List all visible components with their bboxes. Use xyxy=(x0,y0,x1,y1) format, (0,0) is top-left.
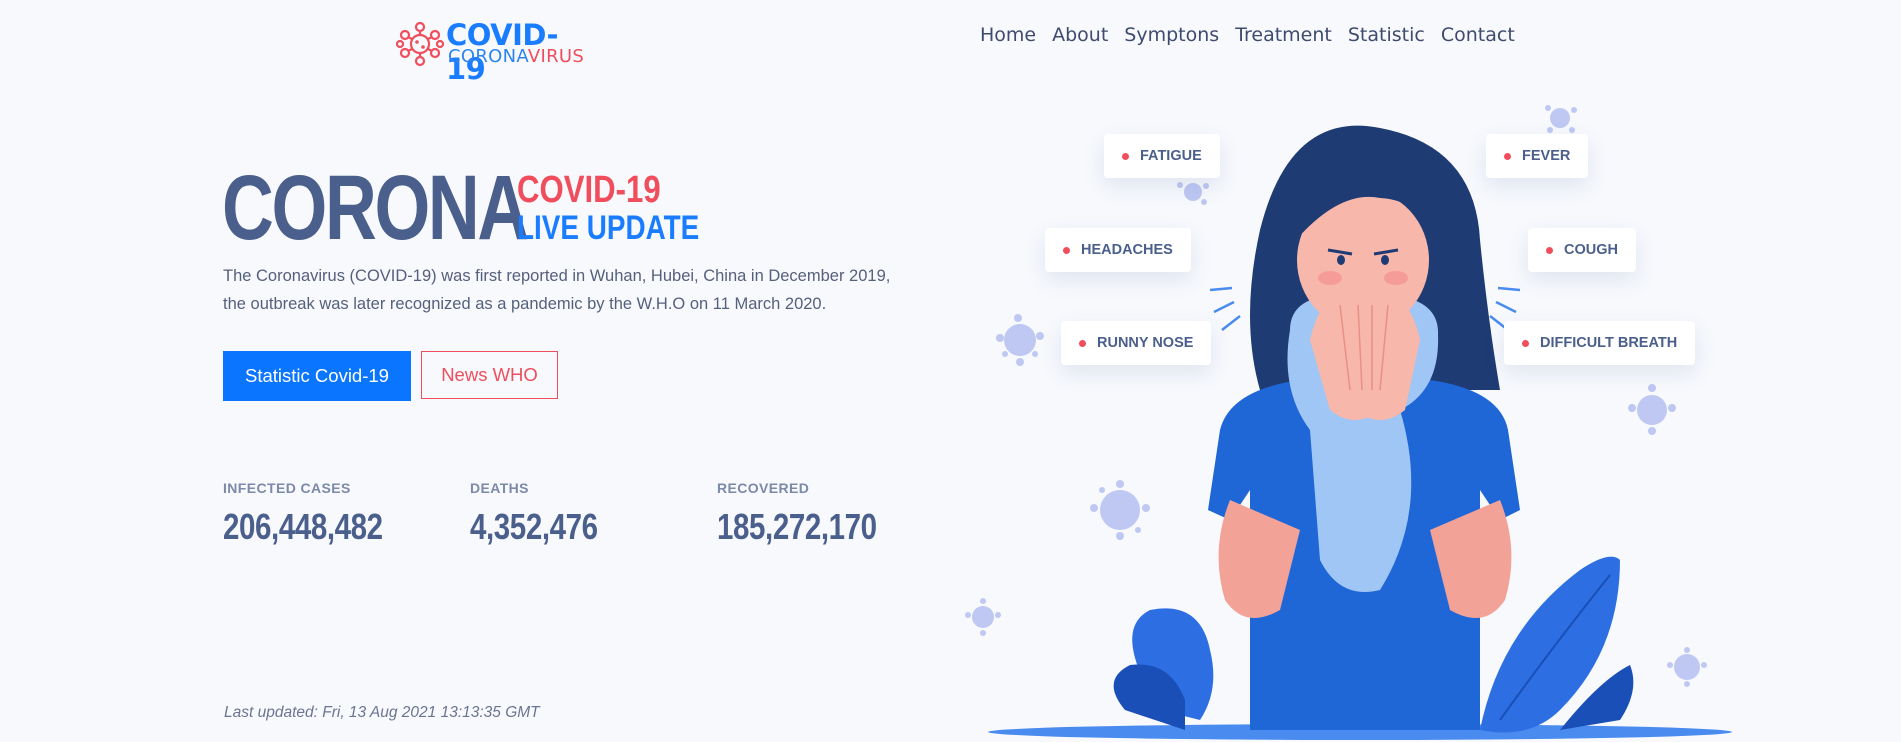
stat-deaths: DEATHS 4,352,476 xyxy=(470,480,626,548)
nav-home[interactable]: Home xyxy=(980,24,1036,46)
symptom-label: RUNNY NOSE xyxy=(1097,335,1194,351)
stat-deaths-label: DEATHS xyxy=(470,480,529,496)
symptom-chip-headaches: HEADACHES xyxy=(1045,228,1191,272)
symptom-label: FATIGUE xyxy=(1140,148,1202,164)
brand-line-2: CORONAVIRUS xyxy=(448,46,584,68)
chip-dot-icon xyxy=(1522,339,1529,347)
stat-infected-value: 206,448,482 xyxy=(223,506,383,547)
nav-symptons[interactable]: Symptons xyxy=(1124,24,1219,46)
symptoms-illustration: FATIGUE FEVER HEADACHES COUGH RUNNY NOSE… xyxy=(960,90,1740,742)
chip-dot-icon xyxy=(1063,246,1070,254)
brand-line-2-virus: VIRUS xyxy=(527,46,585,67)
chip-dot-icon xyxy=(1122,152,1129,160)
stat-recovered-value: 185,272,170 xyxy=(717,506,877,547)
last-updated-text: Last updated: Fri, 13 Aug 2021 13:13:35 … xyxy=(224,704,540,721)
hero-title: CORONA xyxy=(222,157,529,259)
symptom-chip-fever: FEVER xyxy=(1486,134,1589,178)
brand-logo[interactable]: COVID-19 CORONAVIRUS xyxy=(394,18,594,86)
nav-treatment[interactable]: Treatment xyxy=(1235,24,1332,46)
stat-deaths-value: 4,352,476 xyxy=(470,506,598,547)
statistic-covid-button[interactable]: Statistic Covid-19 xyxy=(223,351,411,401)
nav-contact[interactable]: Contact xyxy=(1441,24,1515,46)
nav-statistic[interactable]: Statistic xyxy=(1348,24,1425,46)
chip-dot-icon xyxy=(1546,246,1553,254)
chip-dot-icon xyxy=(1504,152,1511,160)
chip-dot-icon xyxy=(1079,339,1086,347)
symptom-chip-fatigue: FATIGUE xyxy=(1104,134,1220,178)
nav-about[interactable]: About xyxy=(1052,24,1108,46)
brand-line-2-corona: CORONA xyxy=(448,46,528,67)
virus-logo-icon xyxy=(395,21,445,67)
hero-subtitle-live-update: LIVE UPDATE xyxy=(517,209,700,247)
hero-description: The Coronavirus (COVID-19) was first rep… xyxy=(223,267,891,313)
stat-recovered-label: RECOVERED xyxy=(717,480,810,496)
stat-recovered: RECOVERED 185,272,170 xyxy=(717,480,912,548)
symptom-chip-runny-nose: RUNNY NOSE xyxy=(1061,321,1212,365)
symptom-label: HEADACHES xyxy=(1081,242,1173,258)
symptom-label: COUGH xyxy=(1564,242,1618,258)
hero-subtitle-covid: COVID-19 xyxy=(517,169,661,211)
symptom-chip-cough: COUGH xyxy=(1528,228,1636,272)
symptom-label: DIFFICULT BREATH xyxy=(1540,335,1678,351)
main-nav: Home About Symptons Treatment Statistic … xyxy=(980,24,1515,46)
woman-sneezing-illustration xyxy=(965,105,1732,740)
news-who-button[interactable]: News WHO xyxy=(421,351,558,399)
stat-infected: INFECTED CASES 206,448,482 xyxy=(223,480,418,548)
symptom-chip-difficult-breath: DIFFICULT BREATH xyxy=(1504,321,1696,365)
symptom-label: FEVER xyxy=(1522,148,1571,164)
stat-infected-label: INFECTED CASES xyxy=(223,480,351,496)
